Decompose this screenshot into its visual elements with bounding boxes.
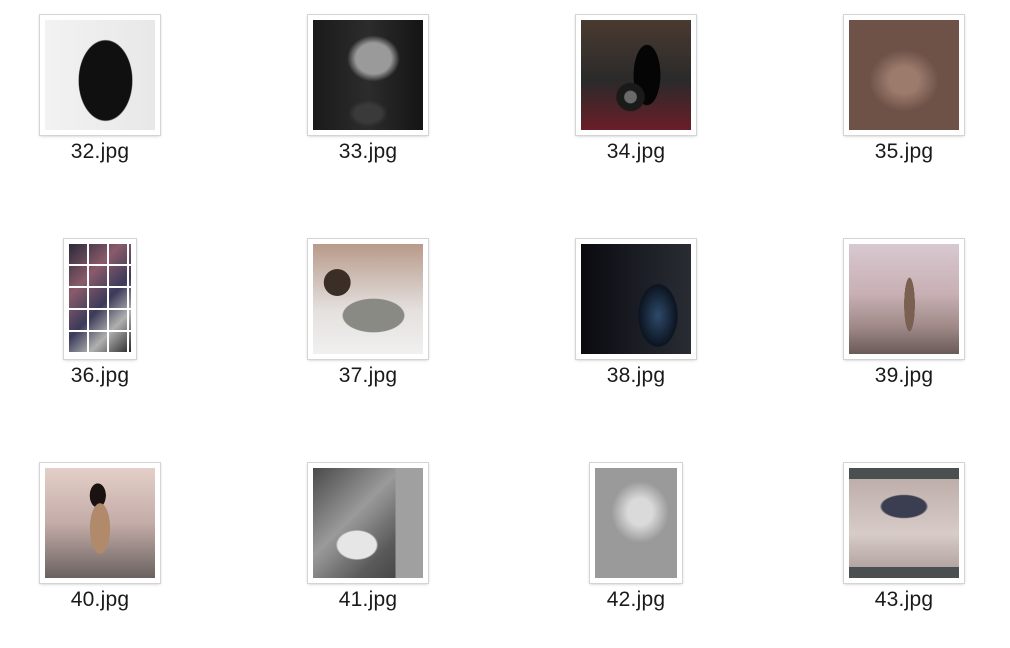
file-item-42[interactable]: 42.jpg <box>546 448 726 648</box>
image-thumbnail[interactable] <box>40 15 160 135</box>
file-name-label[interactable]: 41.jpg <box>278 588 458 612</box>
photo-preview <box>581 20 691 130</box>
file-item-40[interactable]: 40.jpg <box>10 448 190 648</box>
file-name-label[interactable]: 33.jpg <box>278 140 458 164</box>
photo-preview <box>313 468 423 578</box>
file-name-label[interactable]: 34.jpg <box>546 140 726 164</box>
photo-preview <box>45 20 155 130</box>
file-name-label[interactable]: 40.jpg <box>10 588 190 612</box>
image-thumbnail[interactable] <box>576 15 696 135</box>
image-thumbnail[interactable] <box>576 239 696 359</box>
photo-preview <box>595 468 677 578</box>
thumbnail-container <box>10 14 190 136</box>
photo-preview <box>313 20 423 130</box>
image-thumbnail[interactable] <box>308 239 428 359</box>
image-thumbnail[interactable] <box>308 15 428 135</box>
file-item-43[interactable]: 43.jpg <box>814 448 994 648</box>
thumbnail-container <box>278 238 458 360</box>
photo-preview <box>849 20 959 130</box>
image-thumbnail[interactable] <box>64 239 136 359</box>
file-name-label[interactable]: 37.jpg <box>278 364 458 388</box>
thumbnail-container <box>546 238 726 360</box>
image-thumbnail[interactable] <box>308 463 428 583</box>
thumbnail-container <box>814 238 994 360</box>
file-name-label[interactable]: 36.jpg <box>10 364 190 388</box>
file-item-37[interactable]: 37.jpg <box>278 224 458 424</box>
file-name-label[interactable]: 38.jpg <box>546 364 726 388</box>
thumbnail-container <box>814 14 994 136</box>
thumbnail-container <box>278 462 458 584</box>
thumbnail-container <box>278 14 458 136</box>
photo-preview <box>313 244 423 354</box>
file-item-34[interactable]: 34.jpg <box>546 0 726 200</box>
image-thumbnail[interactable] <box>844 239 964 359</box>
file-name-label[interactable]: 43.jpg <box>814 588 994 612</box>
file-item-35[interactable]: 35.jpg <box>814 0 994 200</box>
image-thumbnail[interactable] <box>844 15 964 135</box>
photo-preview <box>849 244 959 354</box>
file-name-label[interactable]: 32.jpg <box>10 140 190 164</box>
image-thumbnail[interactable] <box>590 463 682 583</box>
photo-preview <box>849 468 959 578</box>
file-name-label[interactable]: 35.jpg <box>814 140 994 164</box>
thumbnail-container <box>546 14 726 136</box>
file-item-32[interactable]: 32.jpg <box>10 0 190 200</box>
file-name-label[interactable]: 42.jpg <box>546 588 726 612</box>
file-item-39[interactable]: 39.jpg <box>814 224 994 424</box>
file-item-41[interactable]: 41.jpg <box>278 448 458 648</box>
photo-preview <box>581 244 691 354</box>
file-icon-grid: 32.jpg 33.jpg 34.jpg 35.jpg 36.jpg 37.jp… <box>0 0 1010 648</box>
file-name-label[interactable]: 39.jpg <box>814 364 994 388</box>
photo-preview <box>45 468 155 578</box>
thumbnail-container <box>814 462 994 584</box>
file-item-36[interactable]: 36.jpg <box>10 224 190 424</box>
file-item-38[interactable]: 38.jpg <box>546 224 726 424</box>
thumbnail-container <box>10 462 190 584</box>
thumbnail-container <box>10 238 190 360</box>
image-thumbnail[interactable] <box>40 463 160 583</box>
image-thumbnail[interactable] <box>844 463 964 583</box>
file-item-33[interactable]: 33.jpg <box>278 0 458 200</box>
photo-preview <box>69 244 131 354</box>
thumbnail-container <box>546 462 726 584</box>
